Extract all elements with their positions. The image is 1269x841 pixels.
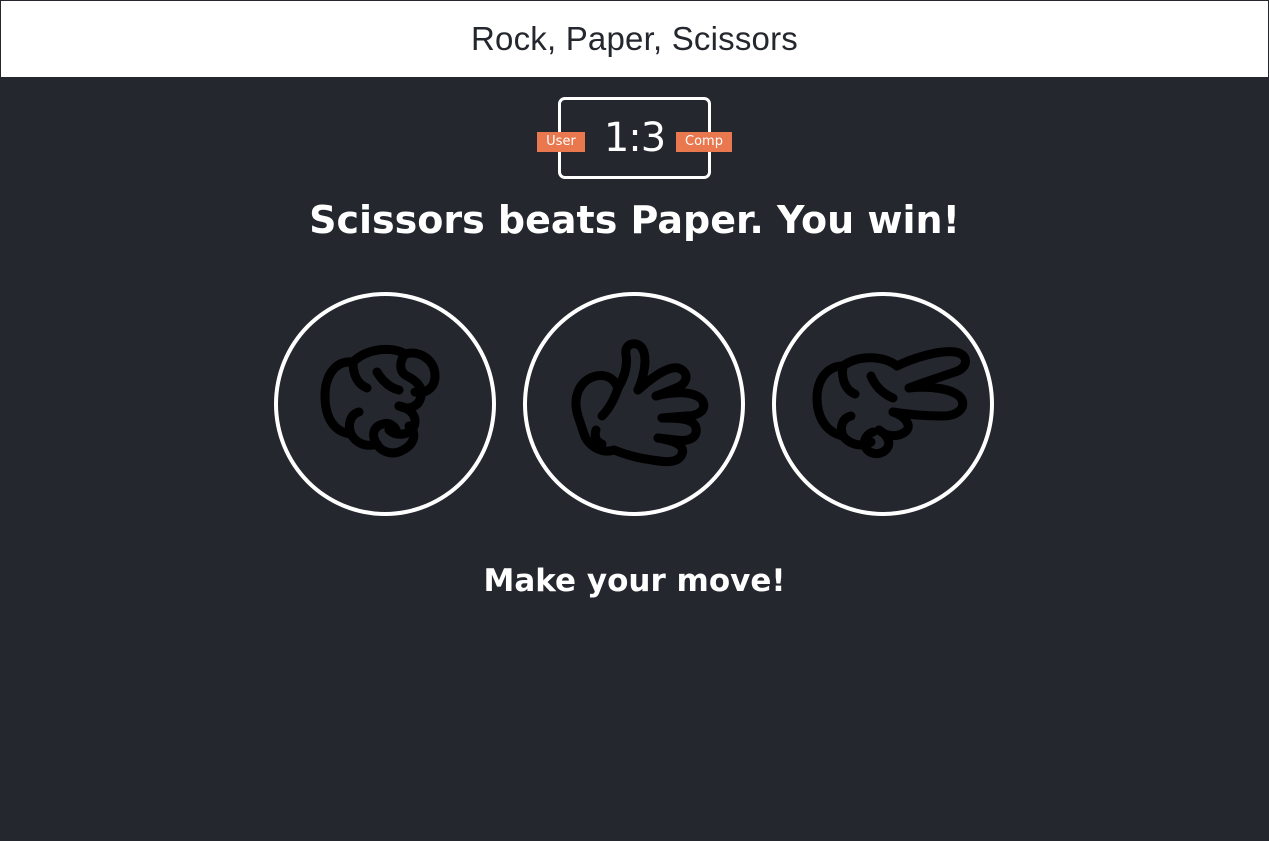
- scissors-hand-icon: [812, 347, 970, 459]
- comp-score-badge: Comp: [676, 132, 732, 152]
- rock-hand-icon: [320, 344, 440, 458]
- app-header: Rock, Paper, Scissors: [0, 0, 1269, 78]
- user-score-badge: User: [537, 132, 585, 152]
- paper-hand-icon: [571, 339, 709, 467]
- move-prompt: Make your move!: [483, 563, 786, 599]
- app-title: Rock, Paper, Scissors: [471, 20, 798, 57]
- score-value: 1:3: [603, 115, 666, 161]
- result-message: Scissors beats Paper. You win!: [309, 198, 960, 242]
- scissors-button[interactable]: [772, 292, 994, 516]
- paper-button[interactable]: [523, 292, 745, 516]
- rock-button[interactable]: [274, 292, 496, 516]
